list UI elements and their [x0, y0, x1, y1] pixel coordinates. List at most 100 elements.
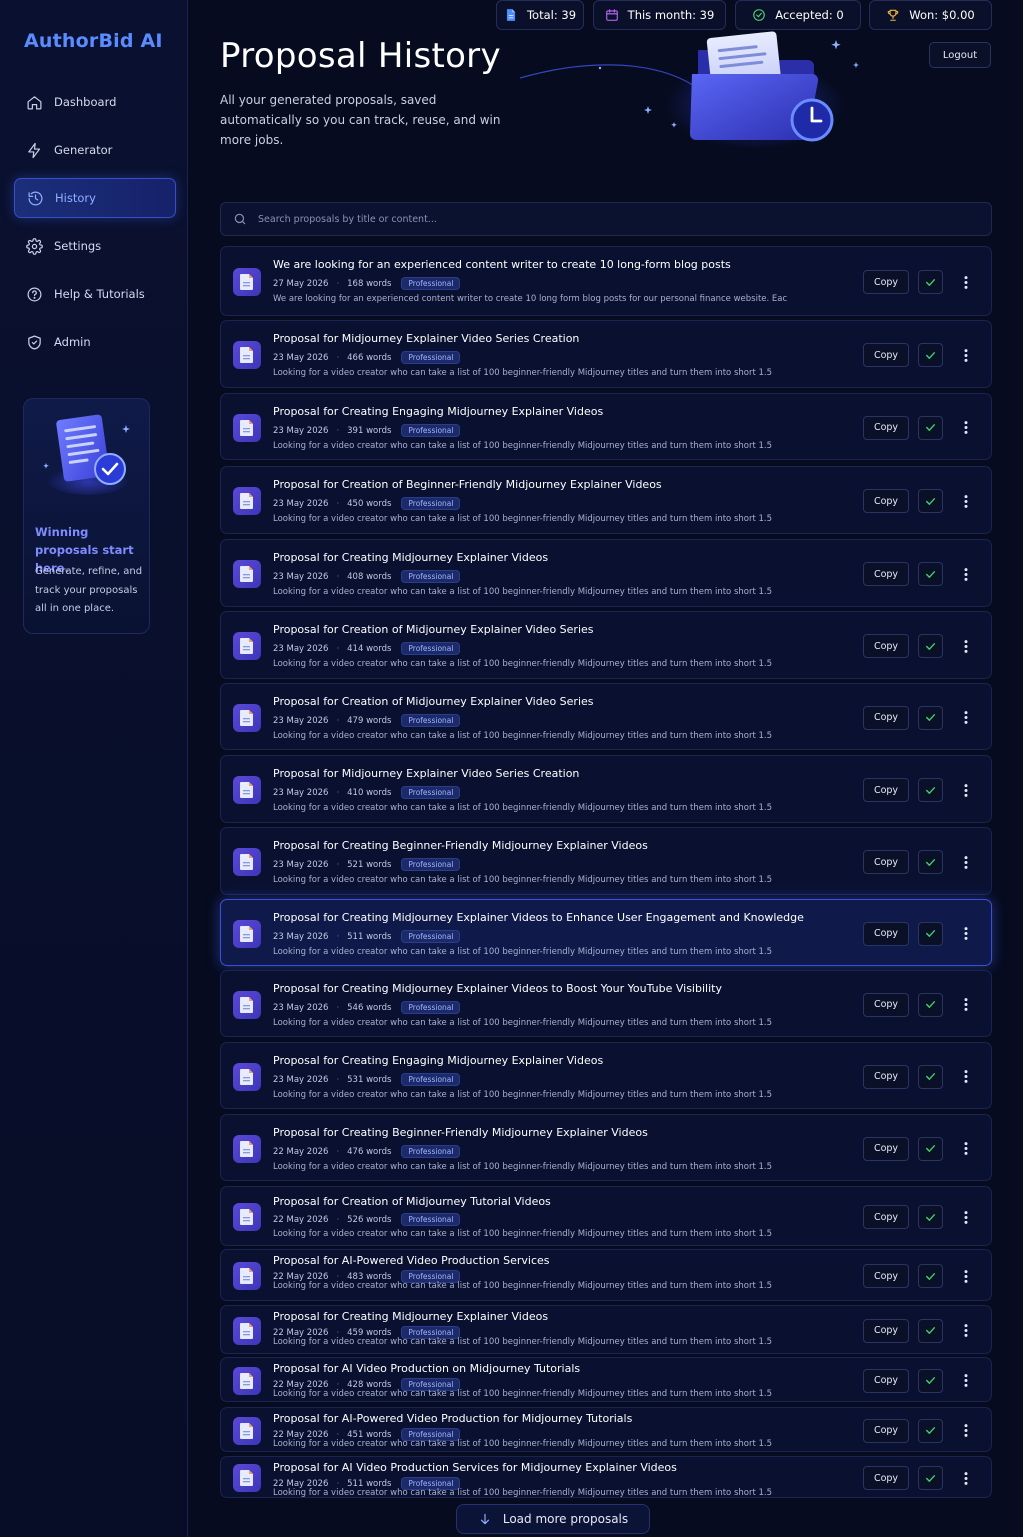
mark-accepted-button[interactable] — [918, 1368, 943, 1393]
more-options-button[interactable] — [956, 1264, 976, 1288]
mark-accepted-button[interactable] — [918, 1264, 943, 1288]
copy-button[interactable]: Copy — [863, 1318, 909, 1343]
proposal-row[interactable]: Proposal for Creation of Midjourney Expl… — [220, 683, 992, 750]
more-options-button[interactable] — [956, 343, 976, 367]
mark-accepted-button[interactable] — [918, 1064, 943, 1089]
proposal-row[interactable]: Proposal for Creating Engaging Midjourne… — [220, 393, 992, 460]
proposal-row[interactable]: Proposal for Creating Engaging Midjourne… — [220, 1042, 992, 1109]
proposal-row[interactable]: Proposal for Creating Midjourney Explain… — [220, 970, 992, 1037]
proposal-title[interactable]: Proposal for AI Video Production Service… — [273, 1461, 677, 1474]
proposal-title[interactable]: Proposal for AI-Powered Video Production… — [273, 1254, 550, 1267]
proposal-row[interactable]: Proposal for AI Video Production Service… — [220, 1456, 992, 1498]
more-options-button[interactable] — [956, 1419, 976, 1443]
copy-button[interactable]: Copy — [863, 1418, 909, 1443]
more-options-button[interactable] — [956, 706, 976, 730]
sidebar-item-generator[interactable]: Generator — [14, 130, 176, 170]
copy-button[interactable]: Copy — [863, 489, 909, 513]
copy-button[interactable]: Copy — [863, 343, 909, 367]
proposal-title[interactable]: Proposal for Creating Engaging Midjourne… — [273, 405, 603, 418]
proposal-title[interactable]: Proposal for Creation of Midjourney Expl… — [273, 623, 594, 636]
mark-accepted-button[interactable] — [918, 270, 943, 294]
copy-button[interactable]: Copy — [863, 778, 909, 802]
proposal-title[interactable]: We are looking for an experienced conten… — [273, 258, 731, 271]
proposal-title[interactable]: Proposal for Midjourney Explainer Video … — [273, 332, 579, 345]
mark-accepted-button[interactable] — [918, 415, 943, 440]
proposal-title[interactable]: Proposal for Creation of Midjourney Tuto… — [273, 1195, 551, 1208]
brand-logo[interactable]: AuthorBid AI — [24, 30, 163, 52]
proposal-row[interactable]: Proposal for Creating Midjourney Explain… — [220, 539, 992, 607]
proposal-row[interactable]: We are looking for an experienced conten… — [220, 246, 992, 316]
more-options-button[interactable] — [956, 270, 976, 294]
more-options-button[interactable] — [956, 1205, 976, 1229]
copy-button[interactable]: Copy — [863, 705, 909, 730]
mark-accepted-button[interactable] — [918, 778, 943, 802]
proposal-row[interactable]: Proposal for Creation of Midjourney Expl… — [220, 611, 992, 679]
proposal-row[interactable]: Proposal for Creation of Beginner-Friend… — [220, 466, 992, 534]
sidebar-item-admin[interactable]: Admin — [14, 322, 176, 362]
more-options-button[interactable] — [956, 634, 976, 658]
copy-button[interactable]: Copy — [863, 1064, 909, 1089]
logout-button[interactable]: Logout — [929, 42, 991, 68]
more-options-button[interactable] — [956, 922, 976, 946]
more-options-button[interactable] — [956, 562, 976, 586]
mark-accepted-button[interactable] — [918, 634, 943, 658]
proposal-row[interactable]: Proposal for Creation of Midjourney Tuto… — [220, 1186, 992, 1246]
mark-accepted-button[interactable] — [918, 1318, 943, 1343]
copy-button[interactable]: Copy — [863, 1205, 909, 1229]
more-options-button[interactable] — [956, 1065, 976, 1089]
proposal-row[interactable]: Proposal for Midjourney Explainer Video … — [220, 320, 992, 388]
proposal-title[interactable]: Proposal for Creation of Beginner-Friend… — [273, 478, 662, 491]
proposal-title[interactable]: Proposal for Creating Midjourney Explain… — [273, 911, 804, 924]
proposal-row[interactable]: Proposal for Midjourney Explainer Video … — [220, 755, 992, 823]
sidebar-item-dashboard[interactable]: Dashboard — [14, 82, 176, 122]
more-options-button[interactable] — [956, 778, 976, 802]
proposal-row[interactable]: Proposal for Creating Midjourney Explain… — [220, 1305, 992, 1354]
mark-accepted-button[interactable] — [918, 1205, 943, 1229]
mark-accepted-button[interactable] — [918, 489, 943, 513]
mark-accepted-button[interactable] — [918, 921, 943, 946]
copy-button[interactable]: Copy — [863, 921, 909, 946]
more-options-button[interactable] — [956, 416, 976, 440]
more-options-button[interactable] — [956, 489, 976, 513]
proposal-title[interactable]: Proposal for Creating Engaging Midjourne… — [273, 1054, 603, 1067]
proposal-title[interactable]: Proposal for Creating Beginner-Friendly … — [273, 1126, 648, 1139]
proposal-row[interactable]: Proposal for AI-Powered Video Production… — [220, 1249, 992, 1301]
proposal-row[interactable]: Proposal for AI Video Production on Midj… — [220, 1357, 992, 1402]
more-options-button[interactable] — [956, 1319, 976, 1343]
copy-button[interactable]: Copy — [863, 1136, 909, 1161]
mark-accepted-button[interactable] — [918, 992, 943, 1017]
more-options-button[interactable] — [956, 1137, 976, 1161]
copy-button[interactable]: Copy — [863, 992, 909, 1017]
proposal-row[interactable]: Proposal for Creating Midjourney Explain… — [220, 899, 992, 966]
more-options-button[interactable] — [956, 1466, 976, 1490]
sidebar-item-settings[interactable]: Settings — [14, 226, 176, 266]
sidebar-item-history[interactable]: History — [14, 178, 176, 218]
proposal-title[interactable]: Proposal for Creation of Midjourney Expl… — [273, 695, 594, 708]
copy-button[interactable]: Copy — [863, 270, 909, 294]
more-options-button[interactable] — [956, 850, 976, 874]
mark-accepted-button[interactable] — [918, 1418, 943, 1443]
load-more-button[interactable]: Load more proposals — [456, 1504, 650, 1534]
mark-accepted-button[interactable] — [918, 1466, 943, 1490]
mark-accepted-button[interactable] — [918, 705, 943, 730]
copy-button[interactable]: Copy — [863, 562, 909, 586]
proposal-title[interactable]: Proposal for Midjourney Explainer Video … — [273, 767, 579, 780]
proposal-row[interactable]: Proposal for Creating Beginner-Friendly … — [220, 827, 992, 895]
proposal-title[interactable]: Proposal for Creating Midjourney Explain… — [273, 1310, 548, 1323]
proposal-title[interactable]: Proposal for AI-Powered Video Production… — [273, 1412, 632, 1425]
more-options-button[interactable] — [956, 1369, 976, 1393]
mark-accepted-button[interactable] — [918, 343, 943, 367]
copy-button[interactable]: Copy — [863, 850, 909, 874]
proposal-title[interactable]: Proposal for Creating Midjourney Explain… — [273, 551, 548, 564]
sidebar-item-help[interactable]: Help & Tutorials — [14, 274, 176, 314]
mark-accepted-button[interactable] — [918, 562, 943, 586]
copy-button[interactable]: Copy — [863, 1264, 909, 1288]
copy-button[interactable]: Copy — [863, 1368, 909, 1393]
search-input[interactable] — [258, 213, 958, 225]
proposal-row[interactable]: Proposal for Creating Beginner-Friendly … — [220, 1114, 992, 1181]
copy-button[interactable]: Copy — [863, 415, 909, 440]
proposal-title[interactable]: Proposal for AI Video Production on Midj… — [273, 1362, 580, 1375]
proposal-title[interactable]: Proposal for Creating Midjourney Explain… — [273, 982, 722, 995]
copy-button[interactable]: Copy — [863, 1466, 909, 1490]
more-options-button[interactable] — [956, 993, 976, 1017]
